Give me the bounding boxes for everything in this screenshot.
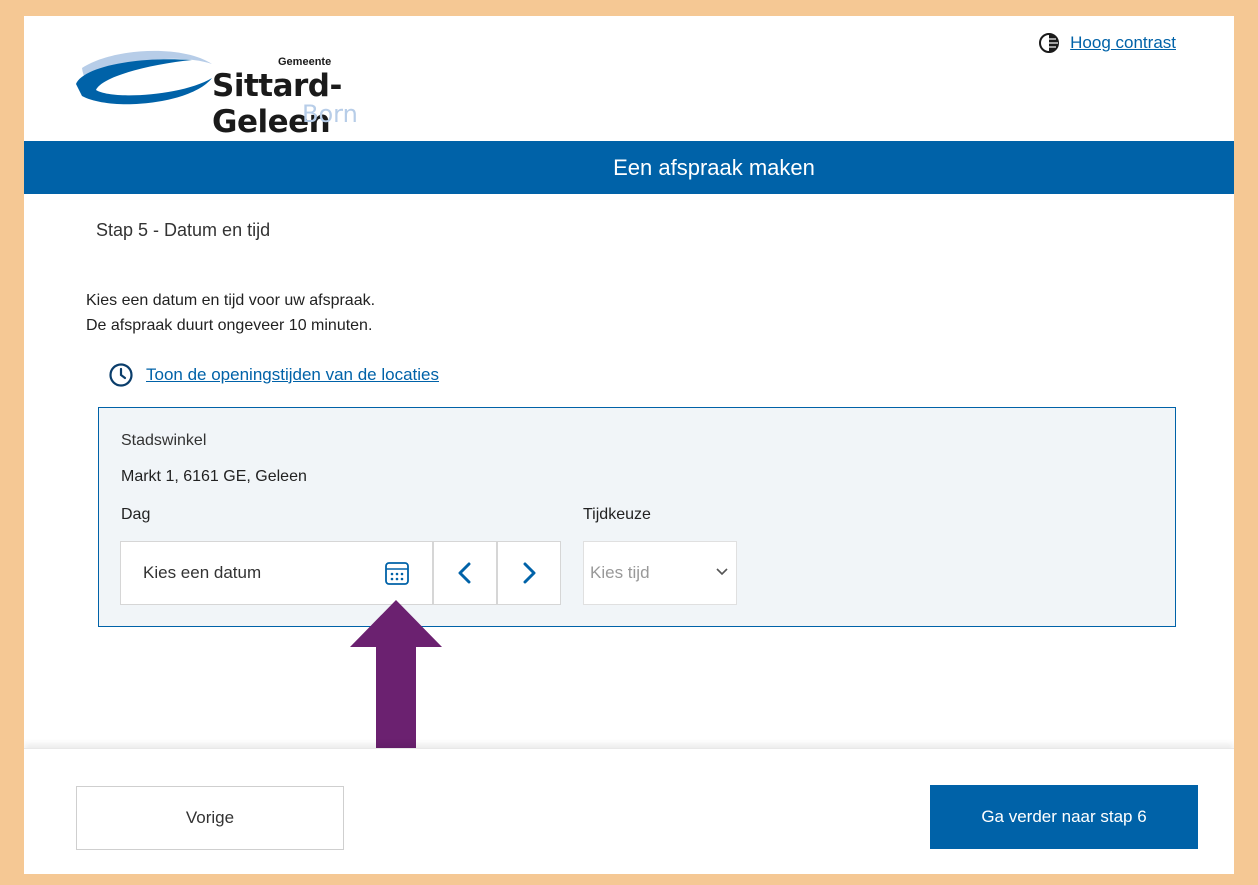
arrow-up-annotation [350,600,442,760]
previous-day-button[interactable] [433,541,497,605]
logo-born-text: Born [302,100,358,128]
time-select[interactable]: Kies tijd [583,541,737,605]
clock-icon [109,363,133,387]
chevron-right-icon [523,562,536,584]
instruction-line: De afspraak duurt ongeveer 10 minuten. [86,317,373,334]
instruction-line: Kies een datum en tijd voor uw afspraak. [86,292,376,309]
navigation-footer: Vorige Ga verder naar stap 6 [24,748,1234,874]
instructions: Kies een datum en tijd voor uw afspraak.… [86,288,375,338]
calendar-icon[interactable] [384,560,410,586]
date-placeholder: Kies een datum [143,563,262,582]
high-contrast-link[interactable]: Hoog contrast [1070,33,1176,53]
page-title-band: Een afspraak maken [24,141,1234,194]
next-day-button[interactable] [497,541,561,605]
half-circle-contrast-icon [1039,33,1060,53]
site-header: Gemeente Sittard-Geleen Born Hoog contra… [24,16,1234,141]
page-title: Een afspraak maken [613,154,815,180]
day-label: Dag [121,506,151,523]
time-placeholder: Kies tijd [590,563,650,582]
logo-swoosh-icon [76,50,212,105]
chevron-down-icon [716,568,728,576]
time-label: Tijdkeuze [583,506,651,523]
step-title: Stap 5 - Datum en tijd [96,220,271,240]
logo-gemeente-text: Gemeente [278,56,332,68]
previous-button[interactable]: Vorige [76,786,344,850]
high-contrast-toggle[interactable]: Hoog contrast [1038,32,1176,54]
opening-hours-link-row[interactable]: Toon de openingstijden van de locaties [108,362,439,388]
next-step-button[interactable]: Ga verder naar stap 6 [930,785,1198,849]
location-address: Markt 1, 6161 GE, Geleen [121,468,307,485]
municipality-logo[interactable]: Gemeente Sittard-Geleen Born [72,38,452,140]
page-frame: Gemeente Sittard-Geleen Born Hoog contra… [24,16,1234,874]
opening-hours-link[interactable]: Toon de openingstijden van de locaties [146,365,439,385]
location-panel: Stadswinkel Markt 1, 6161 GE, Geleen Dag… [98,407,1176,627]
location-name: Stadswinkel [121,432,207,449]
chevron-left-icon [458,562,471,584]
date-picker-input[interactable]: Kies een datum [120,541,433,605]
